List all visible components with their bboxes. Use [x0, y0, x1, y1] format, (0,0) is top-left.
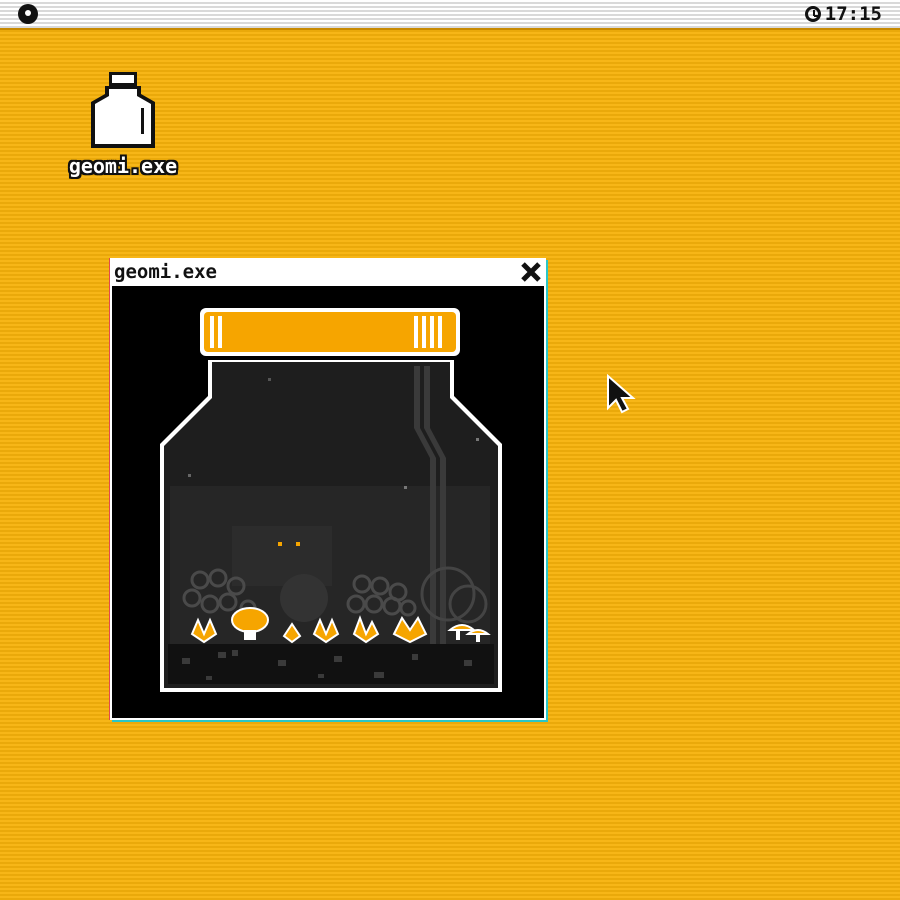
apple-menu-icon[interactable] [18, 4, 38, 24]
geomi-window[interactable]: geomi.exe [110, 258, 546, 720]
window-titlebar[interactable]: geomi.exe [112, 260, 544, 286]
menu-clock[interactable]: 17:15 [804, 2, 882, 26]
clock-icon [804, 6, 821, 22]
clock-time: 17:15 [824, 3, 882, 25]
terrarium-jar [160, 308, 502, 692]
window-title: geomi.exe [114, 261, 217, 283]
close-icon[interactable] [520, 261, 542, 283]
desktop-icon-label: geomi.exe [68, 154, 178, 178]
jar-icon [91, 72, 155, 148]
menu-bar: 17:15 [0, 0, 900, 30]
desktop-icon-geomi[interactable]: geomi.exe [60, 72, 186, 178]
window-content [112, 286, 544, 718]
mouse-cursor-icon [607, 374, 636, 414]
